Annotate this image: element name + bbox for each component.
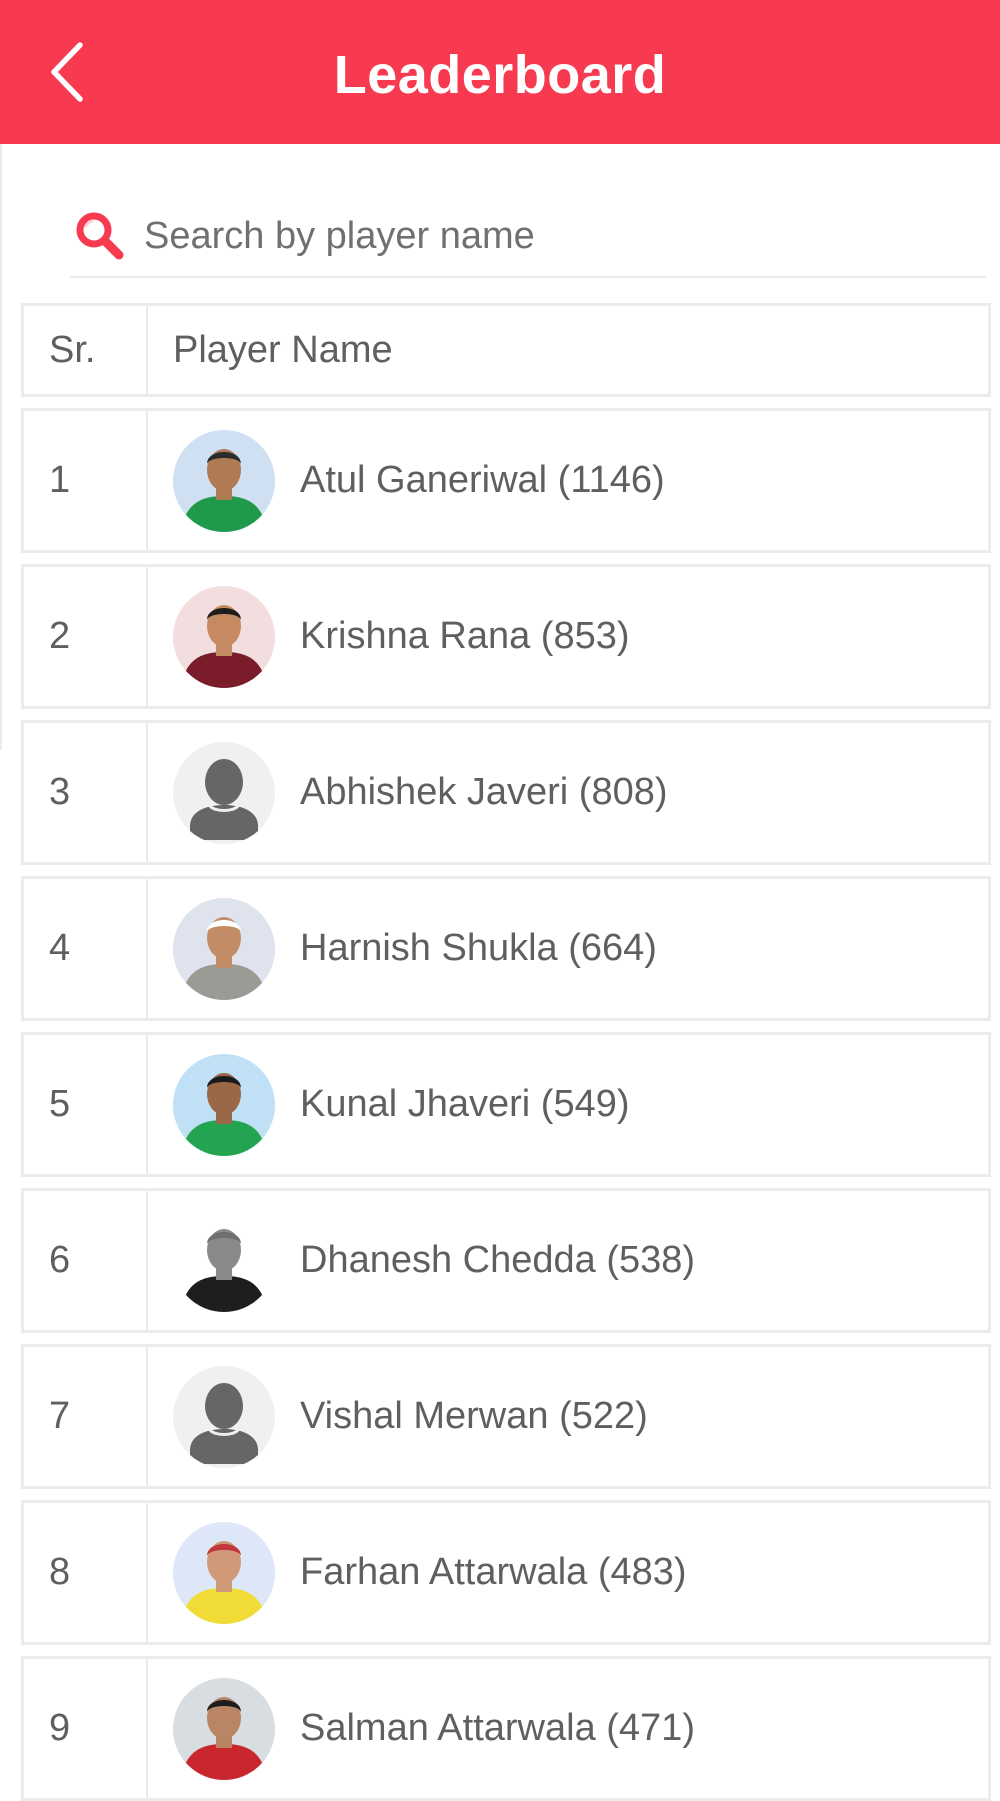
table-row[interactable]: 5 Kunal Jhaveri (549) xyxy=(21,1032,991,1177)
rank-cell: 5 xyxy=(24,1035,148,1174)
table-row[interactable]: 4 Harnish Shukla (664) xyxy=(21,876,991,1021)
player-avatar xyxy=(173,429,275,532)
player-cell[interactable]: Kunal Jhaveri (549) xyxy=(148,1035,988,1174)
default-avatar-icon xyxy=(173,741,275,844)
table-row[interactable]: 1 Atul Ganeriwal (1146) xyxy=(21,408,991,553)
table-header-row: Sr. Player Name xyxy=(21,303,991,397)
rank-cell: 9 xyxy=(24,1659,148,1798)
table-row[interactable]: 7 Vishal Merwan (522) xyxy=(21,1344,991,1489)
column-header-player-name: Player Name xyxy=(173,328,393,371)
player-avatar xyxy=(173,1677,275,1780)
player-name-label: Abhishek Javeri (808) xyxy=(300,771,668,813)
player-name-label: Farhan Attarwala (483) xyxy=(300,1551,687,1593)
player-cell[interactable]: Vishal Merwan (522) xyxy=(148,1347,988,1486)
player-cell[interactable]: Farhan Attarwala (483) xyxy=(148,1503,988,1642)
rank-cell: 3 xyxy=(24,723,148,862)
rank-cell: 7 xyxy=(24,1347,148,1486)
table-row[interactable]: 3 Abhishek Javeri (808) xyxy=(21,720,991,865)
player-cell[interactable]: Abhishek Javeri (808) xyxy=(148,723,988,862)
player-name-label: Harnish Shukla (664) xyxy=(300,927,657,969)
table-row[interactable]: 9 Salman Attarwala (471) xyxy=(21,1656,991,1801)
player-name-label: Salman Attarwala (471) xyxy=(300,1707,695,1749)
table-row[interactable]: 2 Krishna Rana (853) xyxy=(21,564,991,709)
page-title: Leaderboard xyxy=(333,45,667,105)
rank-cell: 6 xyxy=(24,1191,148,1330)
left-divider xyxy=(0,144,2,750)
player-avatar xyxy=(173,897,275,1000)
column-header-sr: Sr. xyxy=(24,306,148,394)
player-avatar xyxy=(173,1209,275,1312)
rank-cell: 8 xyxy=(24,1503,148,1642)
rank-cell: 1 xyxy=(24,411,148,550)
rank-cell: 4 xyxy=(24,879,148,1018)
player-name-label: Kunal Jhaveri (549) xyxy=(300,1083,630,1125)
player-avatar xyxy=(173,1053,275,1156)
player-cell[interactable]: Atul Ganeriwal (1146) xyxy=(148,411,988,550)
search-input[interactable] xyxy=(144,201,944,271)
search-icon[interactable] xyxy=(70,206,130,266)
player-name-label: Vishal Merwan (522) xyxy=(300,1395,648,1437)
player-avatar xyxy=(173,1521,275,1624)
table-row[interactable]: 6 Dhanesh Chedda (538) xyxy=(21,1188,991,1333)
player-name-label: Dhanesh Chedda (538) xyxy=(300,1239,696,1281)
player-name-label: Atul Ganeriwal (1146) xyxy=(300,459,665,501)
rank-cell: 2 xyxy=(24,567,148,706)
leaderboard-table: Sr. Player Name 1 Atul Ganeriwal (1146) 2 K… xyxy=(21,303,991,1801)
player-cell[interactable]: Krishna Rana (853) xyxy=(148,567,988,706)
default-avatar-icon xyxy=(173,1365,275,1468)
table-row[interactable]: 8 Farhan Attarwala (483) xyxy=(21,1500,991,1645)
player-cell[interactable]: Dhanesh Chedda (538) xyxy=(148,1191,988,1330)
search-bar[interactable] xyxy=(70,196,986,278)
player-name-label: Krishna Rana (853) xyxy=(300,615,630,657)
player-avatar xyxy=(173,585,275,688)
app-bar: Leaderboard xyxy=(0,0,1000,144)
player-cell[interactable]: Salman Attarwala (471) xyxy=(148,1659,988,1798)
player-cell[interactable]: Harnish Shukla (664) xyxy=(148,879,988,1018)
